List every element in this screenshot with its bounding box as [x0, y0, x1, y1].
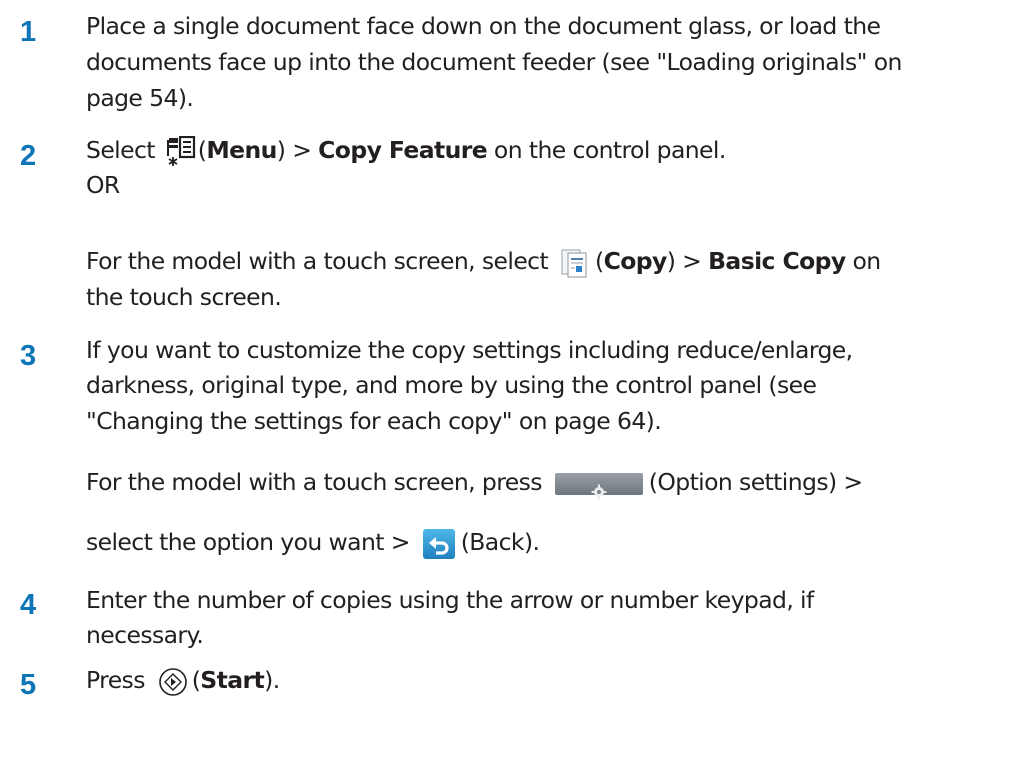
step-text: the touch screen. [86, 283, 282, 311]
step-text: For the model with a touch screen, press… [86, 466, 863, 499]
step-number: 3 [20, 340, 37, 372]
step-text: necessary. [86, 621, 204, 649]
step-text: page 54). [86, 84, 194, 112]
step-text: select the option you want > (Back). [86, 526, 540, 559]
menu-icon [166, 135, 196, 168]
step-text: Place a single document face down on the… [86, 12, 881, 40]
step-text: documents face up into the document feed… [86, 48, 902, 76]
basic-copy-label: Basic Copy [708, 247, 846, 275]
step-text: OR [86, 171, 120, 199]
option-settings-button-image [554, 472, 643, 499]
step-text: darkness, original type, and more by usi… [86, 371, 817, 399]
copy-label: Copy [603, 247, 668, 275]
step-text: Select (Menu) > Copy Feature on the cont… [86, 134, 726, 168]
step-number: 1 [20, 16, 37, 48]
step-text: Press (Start). [86, 664, 280, 697]
step-number: 5 [20, 669, 37, 701]
start-icon [158, 667, 188, 697]
step-text: "Changing the settings for each copy" on… [86, 407, 662, 435]
copy-icon [561, 248, 587, 278]
step-number: 2 [20, 140, 37, 172]
back-button-image [422, 528, 455, 559]
back-arrow-icon [428, 533, 450, 565]
gear-icon [591, 476, 607, 508]
start-label: Start [200, 666, 265, 694]
copy-feature-label: Copy Feature [318, 136, 488, 164]
step-text: If you want to customize the copy settin… [86, 336, 853, 364]
menu-label: Menu [206, 136, 277, 164]
step-text: For the model with a touch screen, selec… [86, 245, 881, 278]
step-text: Enter the number of copies using the arr… [86, 586, 814, 614]
step-number: 4 [20, 589, 37, 621]
